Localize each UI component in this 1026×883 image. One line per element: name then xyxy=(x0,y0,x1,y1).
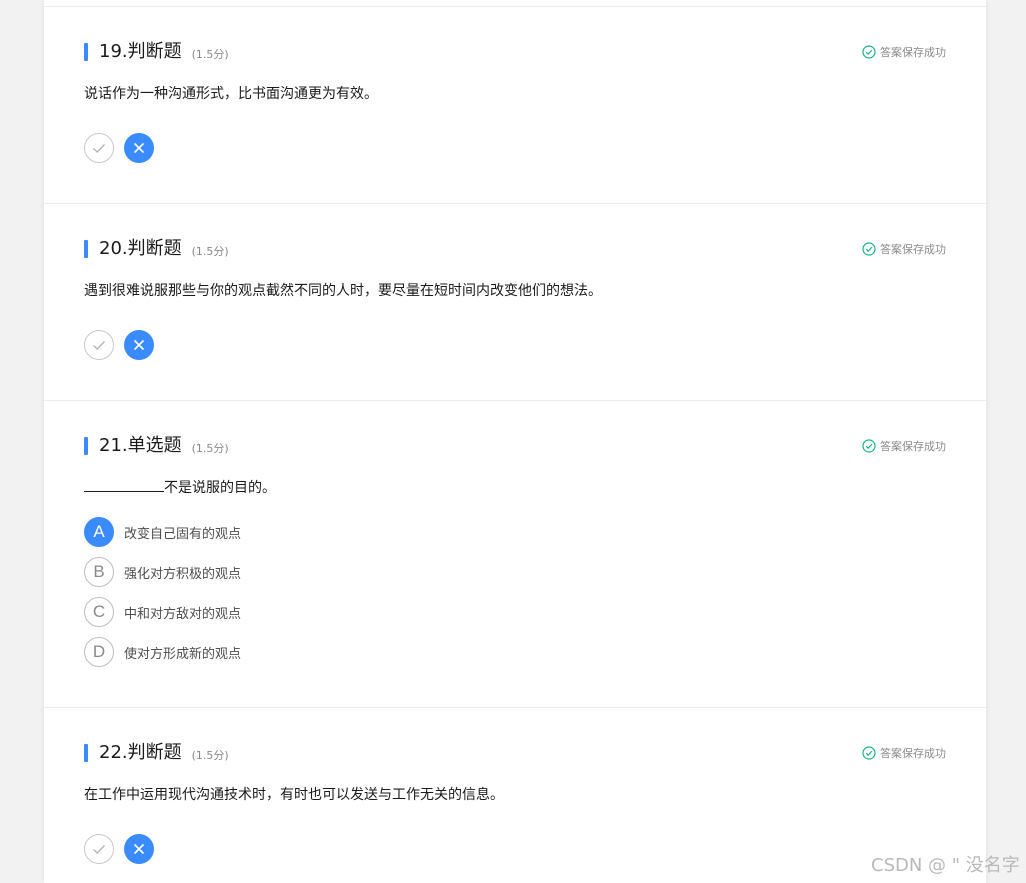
divider xyxy=(44,707,986,708)
option-letter[interactable]: C xyxy=(84,597,114,627)
save-status: 答案保存成功 xyxy=(862,241,946,257)
save-status: 答案保存成功 xyxy=(862,438,946,454)
title-accent-bar xyxy=(84,744,88,762)
false-option-button[interactable] xyxy=(124,330,154,360)
save-status-text: 答案保存成功 xyxy=(880,747,946,760)
question-score: (1.5分) xyxy=(191,245,229,258)
option-b[interactable]: B 强化对方积极的观点 xyxy=(84,557,241,587)
option-letter[interactable]: B xyxy=(84,557,114,587)
title-accent-bar xyxy=(84,43,88,61)
question-score: (1.5分) xyxy=(191,442,229,455)
question-header: 22.判断题 (1.5分) xyxy=(84,743,229,763)
true-option-button[interactable] xyxy=(84,133,114,163)
title-accent-bar xyxy=(84,240,88,258)
title-accent-bar xyxy=(84,437,88,455)
question-title: 20.判断题 xyxy=(99,238,182,259)
answer-blank xyxy=(84,478,164,492)
check-circle-icon xyxy=(862,439,876,453)
question-header: 19.判断题 (1.5分) xyxy=(84,42,229,62)
option-letter[interactable]: D xyxy=(84,637,114,667)
option-d[interactable]: D 使对方形成新的观点 xyxy=(84,637,241,667)
check-icon xyxy=(93,845,106,854)
save-status-text: 答案保存成功 xyxy=(880,440,946,453)
question-score: (1.5分) xyxy=(191,48,229,61)
question-text: 说话作为一种沟通形式，比书面沟通更为有效。 xyxy=(84,86,378,102)
check-circle-icon xyxy=(862,746,876,760)
check-icon xyxy=(93,144,106,153)
question-title: 19.判断题 xyxy=(99,41,182,62)
true-false-options xyxy=(84,834,164,864)
option-text: 强化对方积极的观点 xyxy=(124,566,242,582)
divider xyxy=(44,203,986,204)
true-false-options xyxy=(84,330,164,360)
option-text: 使对方形成新的观点 xyxy=(124,646,242,662)
question-header: 20.判断题 (1.5分) xyxy=(84,239,229,259)
save-status: 答案保存成功 xyxy=(862,745,946,761)
check-circle-icon xyxy=(862,242,876,256)
question-score: (1.5分) xyxy=(191,749,229,762)
check-icon xyxy=(93,341,106,350)
close-icon xyxy=(133,142,145,154)
save-status-text: 答案保存成功 xyxy=(880,46,946,59)
question-title: 22.判断题 xyxy=(99,742,182,763)
option-text: 中和对方敌对的观点 xyxy=(124,606,242,622)
false-option-button[interactable] xyxy=(124,133,154,163)
divider xyxy=(44,400,986,401)
watermark: CSDN @ " 没名字 xyxy=(871,855,1020,876)
question-text: 不是说服的目的。 xyxy=(84,478,276,498)
option-a[interactable]: A 改变自己固有的观点 xyxy=(84,517,241,547)
question-text: 在工作中运用现代沟通技术时，有时也可以发送与工作无关的信息。 xyxy=(84,787,504,803)
question-text-body: 不是说服的目的。 xyxy=(164,480,276,496)
close-icon xyxy=(133,339,145,351)
true-option-button[interactable] xyxy=(84,834,114,864)
true-option-button[interactable] xyxy=(84,330,114,360)
close-icon xyxy=(133,843,145,855)
save-status-text: 答案保存成功 xyxy=(880,243,946,256)
divider xyxy=(44,6,986,7)
check-circle-icon xyxy=(862,45,876,59)
question-text: 遇到很难说服那些与你的观点截然不同的人时，要尽量在短时间内改变他们的想法。 xyxy=(84,283,602,299)
save-status: 答案保存成功 xyxy=(862,44,946,60)
option-letter[interactable]: A xyxy=(84,517,114,547)
question-panel: 19.判断题 (1.5分) 答案保存成功 说话作为一种沟通形式，比书面沟通更为有… xyxy=(44,0,986,883)
option-text: 改变自己固有的观点 xyxy=(124,526,242,542)
question-header: 21.单选题 (1.5分) xyxy=(84,436,229,456)
question-title: 21.单选题 xyxy=(99,435,182,456)
true-false-options xyxy=(84,133,164,163)
false-option-button[interactable] xyxy=(124,834,154,864)
option-c[interactable]: C 中和对方敌对的观点 xyxy=(84,597,241,627)
